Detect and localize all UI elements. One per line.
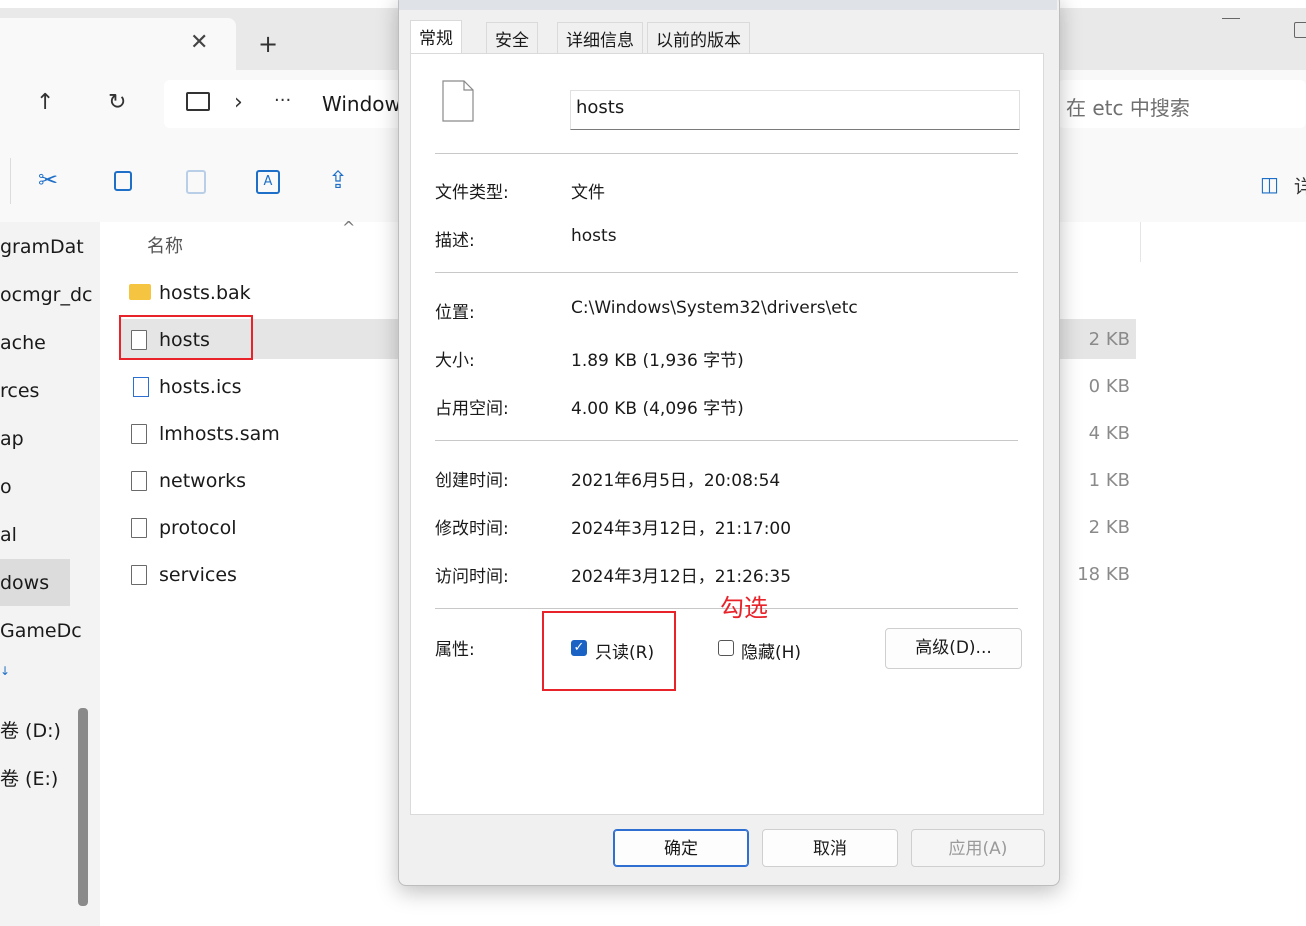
folder-icon [129, 284, 151, 300]
file-name[interactable]: services [159, 564, 237, 586]
file-icon [131, 471, 147, 491]
address-path-text[interactable]: Window [322, 92, 401, 116]
hidden-label[interactable]: 隐藏(H) [741, 638, 801, 663]
tab-general[interactable]: 常规 [410, 20, 462, 55]
refresh-icon[interactable]: ↻ [108, 90, 126, 115]
sidebar-item[interactable]: gramDat [0, 236, 84, 258]
size-on-disk-label: 占用空间: [435, 399, 509, 419]
sidebar-item[interactable]: ache [0, 332, 46, 354]
cancel-button[interactable]: 取消 [762, 829, 898, 867]
paste-icon [186, 170, 206, 194]
sort-ascending-icon[interactable]: ^ [342, 218, 355, 237]
file-size: 2 KB [1088, 517, 1130, 538]
file-icon [131, 424, 147, 444]
maximize-icon[interactable] [1294, 22, 1306, 38]
annotation-text: 勾选 [720, 594, 768, 622]
minimize-icon[interactable] [1222, 18, 1240, 19]
divider [435, 153, 1018, 154]
sidebar-item[interactable]: rces [0, 380, 39, 402]
location-label: 位置: [435, 303, 475, 323]
sidebar-item-drive-e[interactable]: 卷 (E:) [0, 764, 58, 791]
file-size: 0 KB [1088, 376, 1130, 397]
file-size: 18 KB [1077, 564, 1130, 585]
file-size: 1 KB [1088, 470, 1130, 491]
size-value: 1.89 KB (1,936 字节) [571, 351, 744, 371]
close-tab-icon[interactable]: ✕ [190, 30, 208, 55]
tab-details[interactable]: 详细信息 [557, 22, 643, 55]
sidebar-scrollbar[interactable] [78, 708, 88, 906]
command-divider [10, 158, 11, 204]
sidebar-item[interactable]: al [0, 524, 17, 546]
file-name[interactable]: hosts.bak [159, 282, 251, 304]
tab-security[interactable]: 安全 [486, 22, 538, 55]
accessed-label: 访问时间: [435, 567, 509, 587]
details-pane-label[interactable]: 详 [1294, 172, 1306, 199]
details-pane-icon[interactable]: ◫ [1260, 172, 1279, 196]
column-divider[interactable] [1140, 222, 1141, 262]
column-header-name[interactable]: 名称 [147, 232, 183, 258]
file-name[interactable]: hosts.ics [159, 376, 242, 398]
rename-icon[interactable]: A [256, 170, 280, 194]
search-placeholder[interactable]: 在 etc 中搜索 [1066, 92, 1190, 121]
dialog-title-bar[interactable] [399, 0, 1057, 10]
modified-value: 2024年3月12日，21:17:00 [571, 519, 792, 539]
size-on-disk-value: 4.00 KB (4,096 字节) [571, 399, 744, 419]
this-pc-icon[interactable] [186, 92, 210, 111]
new-tab-button[interactable]: + [258, 30, 278, 58]
ok-button[interactable]: 确定 [613, 829, 749, 867]
description-value: hosts [571, 226, 617, 246]
hosts-highlight-box [119, 315, 253, 360]
file-name[interactable]: networks [159, 470, 246, 492]
size-label: 大小: [435, 351, 475, 371]
general-tab-panel [410, 53, 1044, 815]
location-value: C:\Windows\System32\drivers\etc [571, 298, 858, 318]
description-label: 描述: [435, 231, 475, 251]
tab-previous-versions[interactable]: 以前的版本 [647, 22, 750, 55]
address-more-icon[interactable]: ··· [274, 90, 291, 111]
sidebar-item-windows[interactable]: dows [0, 572, 49, 594]
modified-label: 修改时间: [435, 519, 509, 539]
file-name[interactable]: protocol [159, 517, 237, 539]
file-type-value: 文件 [571, 183, 605, 203]
sidebar-item[interactable]: ap [0, 428, 24, 450]
readonly-highlight-box [542, 611, 676, 691]
divider [435, 272, 1018, 273]
sidebar-item[interactable]: ocmgr_dc [0, 284, 92, 306]
copy-icon[interactable] [114, 171, 132, 191]
apply-button[interactable]: 应用(A) [911, 829, 1045, 867]
file-name-input[interactable]: hosts [570, 90, 1020, 130]
accessed-value: 2024年3月12日，21:26:35 [571, 567, 792, 587]
hidden-checkbox[interactable] [718, 640, 734, 656]
file-name[interactable]: lmhosts.sam [159, 423, 280, 445]
created-label: 创建时间: [435, 471, 509, 491]
ics-file-icon [133, 377, 149, 397]
file-document-icon [442, 80, 474, 122]
file-type-label: 文件类型: [435, 183, 509, 203]
file-icon [131, 518, 147, 538]
attributes-label: 属性: [435, 640, 475, 660]
share-icon[interactable]: ⇪ [328, 166, 348, 194]
address-chevron-icon[interactable]: › [234, 90, 243, 115]
created-value: 2021年6月5日，20:08:54 [571, 471, 781, 491]
up-arrow-icon[interactable]: ↑ [36, 90, 54, 115]
sidebar-item[interactable]: ↓ [0, 664, 10, 678]
file-icon [131, 565, 147, 585]
cut-icon[interactable]: ✂ [38, 166, 58, 194]
divider [435, 440, 1018, 441]
sidebar-item[interactable]: GameDc [0, 620, 82, 642]
file-size: 2 KB [1088, 329, 1130, 350]
file-size: 4 KB [1088, 423, 1130, 444]
advanced-button[interactable]: 高级(D)... [885, 628, 1022, 669]
sidebar-item-drive-d[interactable]: 卷 (D:) [0, 716, 61, 743]
sidebar-item[interactable]: o [0, 476, 12, 498]
